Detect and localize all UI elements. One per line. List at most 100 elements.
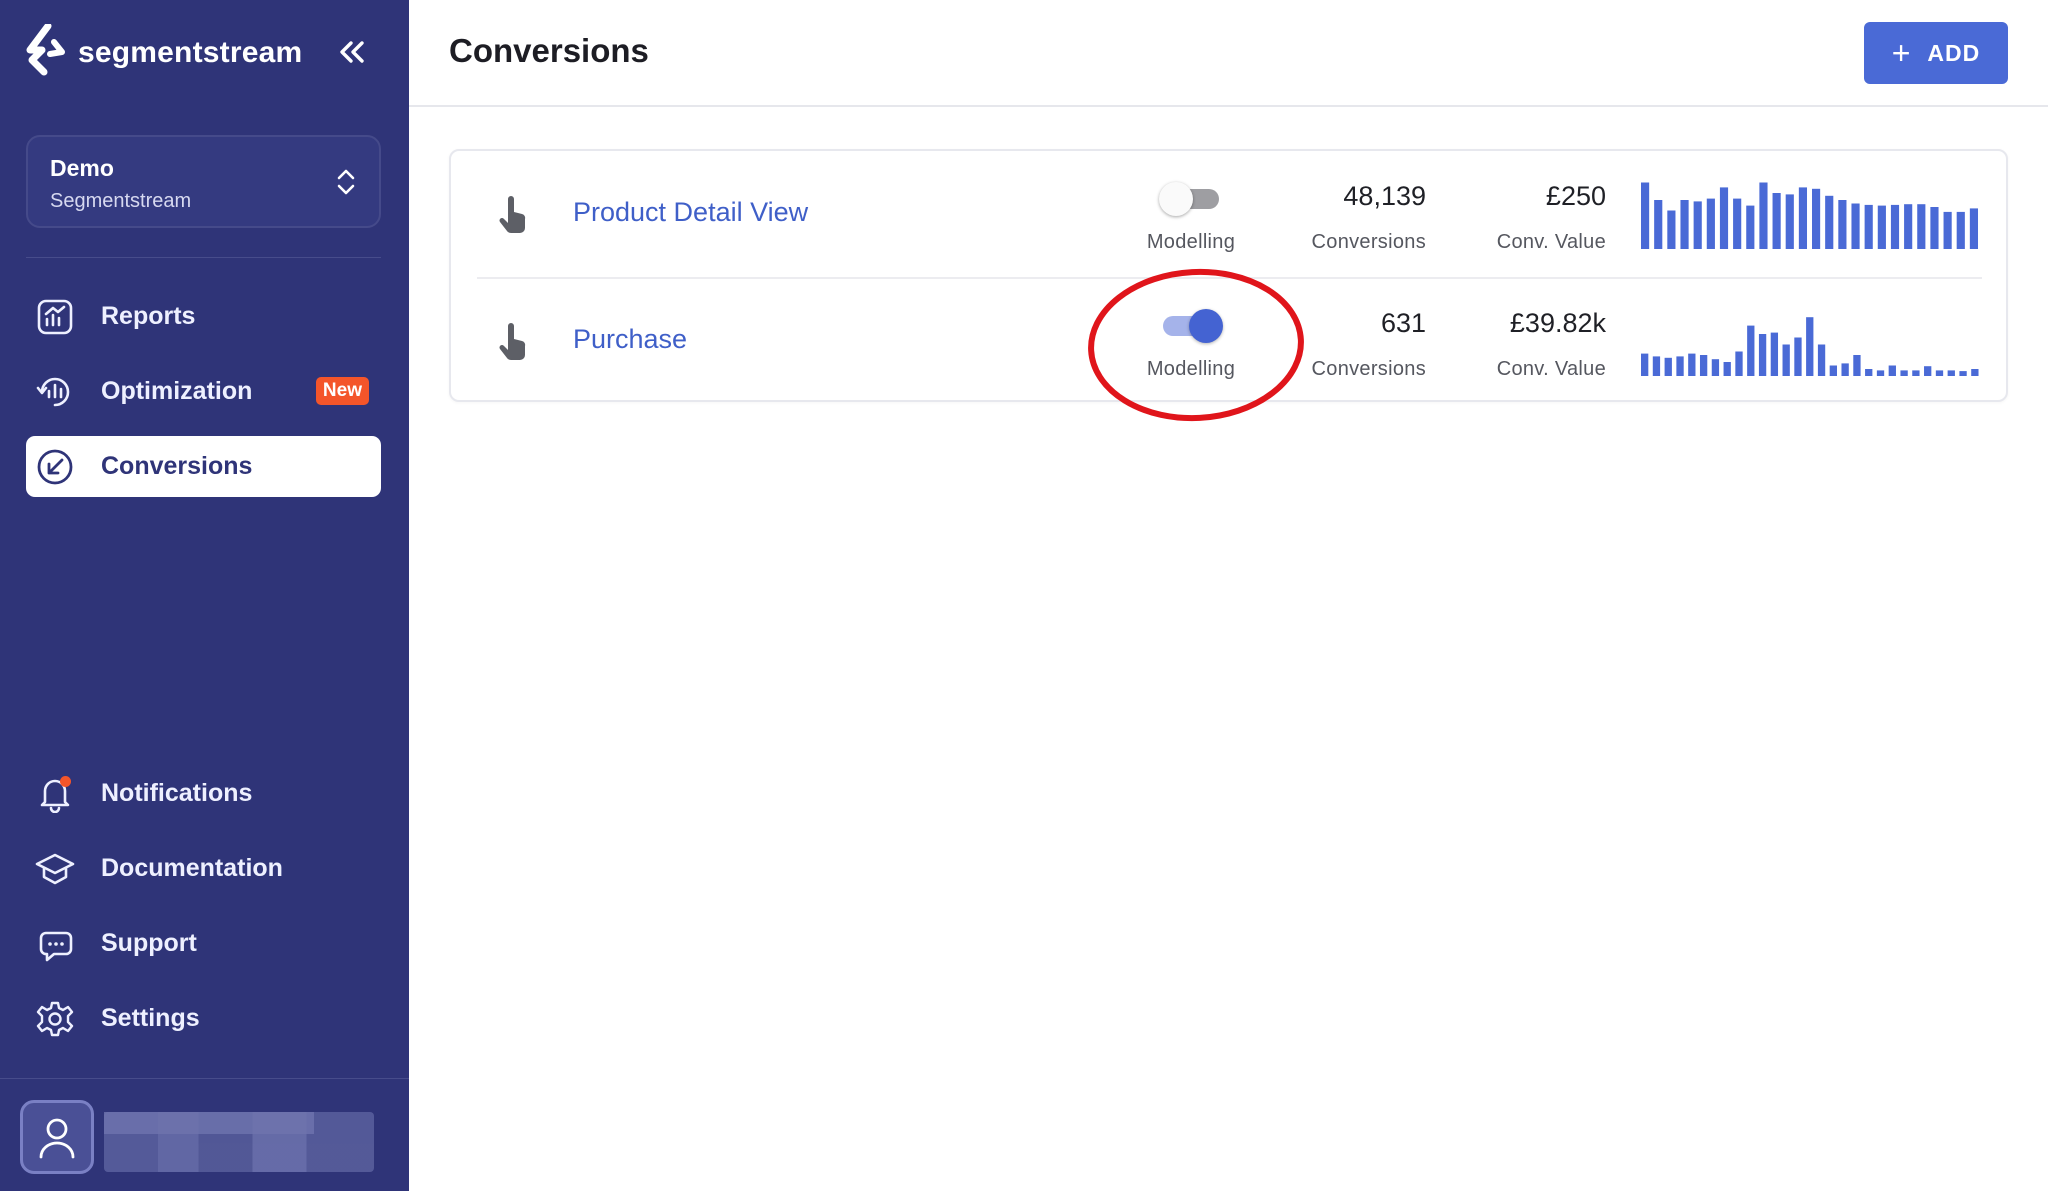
sparkline-bar — [1680, 200, 1689, 249]
sparkline-chart — [1641, 182, 1979, 249]
sparkline-bar — [1838, 200, 1847, 249]
gear-icon — [35, 999, 75, 1039]
sidebar-item-reports[interactable]: Reports — [26, 286, 381, 347]
sparkline-bar — [1935, 370, 1944, 376]
sparkline-bar — [1864, 204, 1873, 249]
conversion-row[interactable]: Product Detail View Modelling 48,139 Con… — [451, 151, 2006, 277]
sparkline-bar — [1917, 204, 1926, 249]
sparkline-bar — [1667, 210, 1676, 249]
workspace-org: Segmentstream — [50, 190, 192, 212]
sparkline-bar — [1699, 355, 1708, 376]
sparkline-bar — [1782, 344, 1790, 376]
sparkline-bar — [1798, 187, 1808, 249]
sparkline-bar — [1719, 187, 1729, 249]
sparkline-bar — [1841, 363, 1849, 376]
sidebar-item-conversions[interactable]: Conversions — [26, 436, 381, 497]
sparkline-bar — [1853, 355, 1861, 376]
user-avatar-button[interactable] — [20, 1100, 94, 1174]
sparkline-bar — [1959, 371, 1967, 376]
sidebar-item-settings[interactable]: Settings — [26, 988, 381, 1049]
plus-icon: + — [1891, 35, 1912, 71]
sparkline-bar — [1825, 195, 1834, 249]
sidebar-item-label: Notifications — [101, 779, 253, 807]
sparkline-bar — [1759, 182, 1768, 249]
sparkline-bar — [1723, 362, 1731, 376]
topbar: Conversions + ADD — [409, 0, 2048, 107]
collapse-sidebar-button[interactable] — [332, 32, 372, 72]
chart-icon — [35, 297, 75, 337]
sparkline-bar — [1733, 198, 1742, 249]
modelling-toggle[interactable] — [1159, 308, 1223, 343]
sparkline-bar — [1706, 198, 1715, 249]
sparkline-bar — [1947, 370, 1955, 376]
toggle-knob — [1159, 182, 1193, 216]
modelling-label: Modelling — [1146, 231, 1236, 253]
sidebar-item-documentation[interactable]: Documentation — [26, 838, 381, 899]
user-icon — [39, 1118, 75, 1159]
sidebar-item-label: Optimization — [101, 377, 253, 405]
sparkline-bar — [1888, 365, 1896, 376]
workspace-selector[interactable]: Demo Segmentstream — [26, 135, 381, 228]
user-info-redacted — [104, 1112, 374, 1172]
sparkline-bar — [1654, 200, 1663, 249]
page-title: Conversions — [449, 32, 649, 69]
sparkline-bar — [1735, 351, 1743, 376]
sidebar-item-notifications[interactable]: Notifications — [26, 763, 381, 824]
sparkline-bar — [1876, 370, 1885, 376]
conversion-value: £39.82k — [1509, 308, 1606, 338]
conversion-row[interactable]: Purchase Modelling 631 Conversions £39.8… — [451, 278, 2006, 404]
sparkline-bar — [1817, 344, 1826, 376]
sparkline-bar — [1641, 353, 1649, 376]
conversion-name-link[interactable]: Product Detail View — [573, 197, 808, 228]
sparkline-bar — [1851, 203, 1860, 249]
sparkline-bar — [1652, 356, 1661, 376]
brand[interactable]: segmentstream — [24, 24, 302, 82]
workspace-name: Demo — [50, 155, 114, 181]
sparkline-bar — [1969, 208, 1979, 249]
sparkline-bar — [1711, 359, 1720, 376]
conversions-count: 48,139 — [1343, 181, 1426, 211]
sparkline-bar — [1770, 332, 1779, 376]
chevron-up-down-icon — [337, 169, 355, 195]
sparkline-bar — [1664, 357, 1672, 376]
sparkline-bar — [1758, 334, 1767, 376]
segmentstream-logo-icon — [26, 24, 65, 76]
sparkline-chart — [1641, 317, 1979, 376]
graduation-cap-icon — [35, 849, 75, 889]
conversion-value-label: Conv. Value — [1496, 358, 1606, 380]
bell-icon — [35, 774, 75, 814]
brand-name: segmentstream — [78, 36, 303, 69]
sparkline-bar — [1785, 194, 1794, 249]
conversion-value-label: Conv. Value — [1496, 231, 1606, 253]
sparkline-bar — [1829, 365, 1837, 376]
conversion-name-link[interactable]: Purchase — [573, 324, 687, 355]
sparkline-bar — [1865, 369, 1873, 376]
modelling-toggle[interactable] — [1159, 181, 1223, 216]
sidebar-item-label: Reports — [101, 302, 196, 330]
conversions-list: Product Detail View Modelling 48,139 Con… — [449, 149, 2008, 402]
sparkline-bar — [1900, 370, 1908, 376]
sparkline-bar — [1930, 207, 1939, 249]
sidebar: segmentstream Demo Segmentstream Reports — [0, 0, 409, 1191]
sparkline-bar — [1746, 205, 1755, 249]
conversions-count: 631 — [1380, 308, 1426, 338]
sidebar-item-optimization[interactable]: Optimization New — [26, 361, 381, 422]
sparkline-bar — [1890, 204, 1900, 249]
sparkline-bar — [1924, 366, 1932, 376]
chat-bubbles-icon — [35, 924, 75, 964]
sparkline-bar — [1912, 370, 1920, 376]
add-button-label: ADD — [1927, 39, 1981, 66]
double-chevron-left-icon — [340, 41, 364, 63]
conversions-label: Conversions — [1311, 231, 1426, 253]
sidebar-item-label: Support — [101, 929, 197, 957]
optimization-icon — [35, 372, 75, 412]
sparkline-bar — [1812, 188, 1821, 249]
sparkline-bar — [1877, 205, 1886, 249]
add-conversion-button[interactable]: + ADD — [1864, 22, 2008, 84]
sparkline-bar — [1806, 317, 1814, 376]
arrow-down-left-circle-icon — [35, 447, 75, 487]
sparkline-bar — [1693, 201, 1702, 249]
sidebar-item-support[interactable]: Support — [26, 913, 381, 974]
sidebar-divider — [0, 1078, 409, 1079]
sidebar-item-label: Settings — [101, 1004, 200, 1032]
